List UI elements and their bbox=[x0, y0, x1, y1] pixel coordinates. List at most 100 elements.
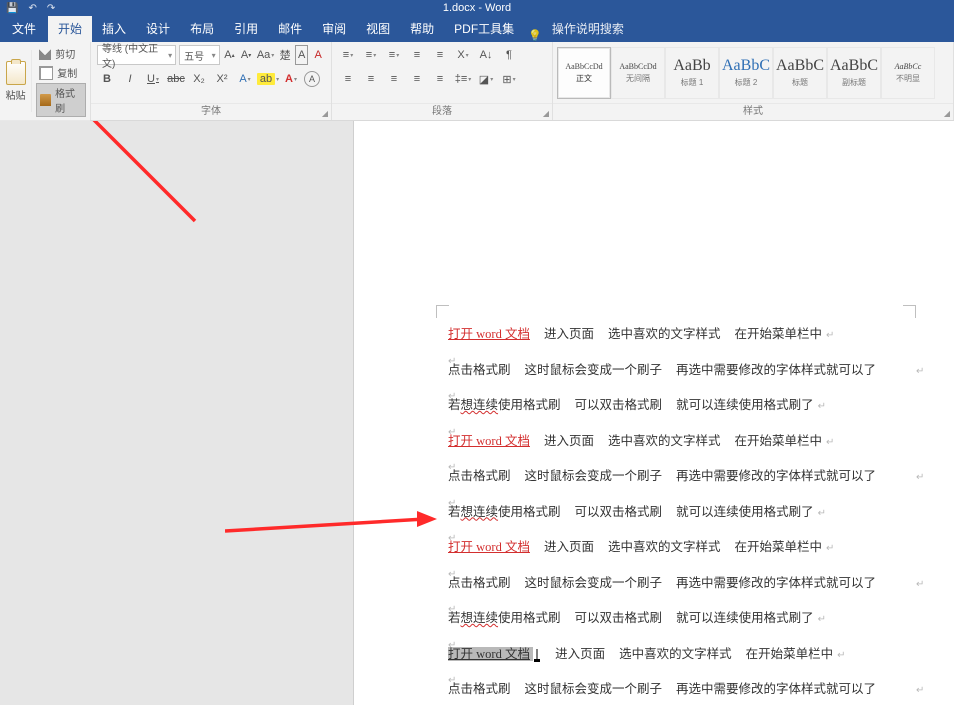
group-paragraph-label: 段落 bbox=[432, 106, 452, 117]
text-line[interactable]: 打开 word 文档进入页面选中喜欢的文字样式在开始菜单栏中↵ bbox=[448, 326, 903, 344]
text-line[interactable]: 打开 word 文档 进入页面选中喜欢的文字样式在开始菜单栏中↵ bbox=[448, 646, 903, 664]
font-launcher-icon[interactable]: ◢ bbox=[322, 106, 328, 122]
show-marks-button[interactable]: ¶ bbox=[499, 45, 519, 65]
styles-launcher-icon[interactable]: ◢ bbox=[944, 106, 950, 122]
text-line[interactable]: ↵ bbox=[448, 423, 903, 433]
return-icon: ↵ bbox=[916, 472, 924, 483]
numbering-button[interactable]: ≡ bbox=[361, 45, 381, 65]
tab-design[interactable]: 设计 bbox=[136, 15, 180, 42]
align-left-button[interactable]: ≡ bbox=[338, 69, 358, 89]
phonetic-guide-button[interactable]: 楚 bbox=[278, 45, 292, 65]
text-line[interactable]: ↵ bbox=[448, 565, 903, 575]
bold-button[interactable]: B bbox=[97, 69, 117, 89]
tab-mailings[interactable]: 邮件 bbox=[268, 15, 312, 42]
style-subtitle[interactable]: AaBbC副标题 bbox=[827, 47, 881, 99]
superscript-button[interactable]: X² bbox=[212, 69, 232, 89]
crop-mark-icon bbox=[436, 305, 449, 318]
style-subtle[interactable]: AaBbCc不明显 bbox=[881, 47, 935, 99]
document-body[interactable]: 打开 word 文档进入页面选中喜欢的文字样式在开始菜单栏中↵ ↵ 点击格式刷这… bbox=[448, 326, 903, 705]
font-color-button[interactable]: A bbox=[281, 69, 301, 89]
align-justify-button[interactable]: ≡ bbox=[407, 69, 427, 89]
char-border-button[interactable]: A bbox=[295, 45, 309, 65]
cut-button[interactable]: 剪切 bbox=[36, 45, 86, 62]
tab-view[interactable]: 视图 bbox=[356, 15, 400, 42]
text-line[interactable]: 若想连续使用格式刷可以双击格式刷就可以连续使用格式刷了↵ bbox=[448, 610, 903, 628]
subscript-button[interactable]: X₂ bbox=[189, 69, 209, 89]
undo-icon[interactable]: ↶ bbox=[28, 3, 36, 14]
text-line[interactable]: 点击格式刷这时鼠标会变成一个刷子再选中需要修改的字体样式就可以了↵ bbox=[448, 575, 903, 593]
shrink-font-button[interactable]: A▾ bbox=[239, 45, 253, 65]
align-distribute-button[interactable]: ≡ bbox=[430, 69, 450, 89]
tab-file[interactable]: 文件 bbox=[0, 15, 48, 42]
paragraph-launcher-icon[interactable]: ◢ bbox=[543, 106, 549, 122]
asian-layout-button[interactable]: X bbox=[453, 45, 473, 65]
text-line[interactable]: ↵ bbox=[448, 636, 903, 646]
tellme-search[interactable]: 操作说明搜索 bbox=[542, 15, 634, 42]
bullets-button[interactable]: ≡ bbox=[338, 45, 358, 65]
ribbon: 粘贴 剪切 复制 格式刷 剪贴板◢ 等线 (中文正文) 五号 A▴ A▾ Aa … bbox=[0, 42, 954, 121]
text-line[interactable]: ↵ bbox=[448, 494, 903, 504]
style-heading2[interactable]: AaBbC标题 2 bbox=[719, 47, 773, 99]
style-title[interactable]: AaBbC标题 bbox=[773, 47, 827, 99]
tab-insert[interactable]: 插入 bbox=[92, 15, 136, 42]
group-font-label: 字体 bbox=[201, 106, 221, 117]
text-cursor-icon bbox=[533, 649, 541, 663]
text-line[interactable]: ↵ bbox=[448, 352, 903, 362]
decrease-indent-button[interactable]: ≡ bbox=[407, 45, 427, 65]
text-line[interactable]: 点击格式刷这时鼠标会变成一个刷子再选中需要修改的字体样式就可以了↵ bbox=[448, 468, 903, 486]
enclosed-char-button[interactable]: A bbox=[304, 71, 320, 87]
tellme-icon: 💡 bbox=[528, 29, 542, 42]
text-line[interactable]: ↵ bbox=[448, 529, 903, 539]
paste-label: 粘贴 bbox=[6, 87, 26, 102]
highlight-button[interactable]: ab bbox=[258, 69, 278, 89]
return-icon: ↵ bbox=[826, 330, 834, 341]
crop-mark-icon bbox=[903, 305, 916, 318]
tab-pdf-tools[interactable]: PDF工具集 bbox=[444, 15, 524, 42]
paste-button[interactable]: 粘贴 bbox=[0, 50, 32, 112]
copy-icon bbox=[39, 66, 53, 80]
text-line[interactable]: 点击格式刷这时鼠标会变成一个刷子再选中需要修改的字体样式就可以了↵ bbox=[448, 362, 903, 380]
line-spacing-button[interactable]: ‡≡ bbox=[453, 69, 473, 89]
tab-layout[interactable]: 布局 bbox=[180, 15, 224, 42]
tab-references[interactable]: 引用 bbox=[224, 15, 268, 42]
multilevel-button[interactable]: ≡ bbox=[384, 45, 404, 65]
font-size-combo[interactable]: 五号 bbox=[179, 45, 220, 65]
underline-button[interactable]: U bbox=[143, 69, 163, 89]
text-line[interactable]: ↵ bbox=[448, 600, 903, 610]
window-title: 1.docx - Word bbox=[443, 2, 511, 14]
borders-button[interactable]: ⊞ bbox=[499, 69, 519, 89]
tab-review[interactable]: 审阅 bbox=[312, 15, 356, 42]
text-line[interactable]: 打开 word 文档进入页面选中喜欢的文字样式在开始菜单栏中↵ bbox=[448, 433, 903, 451]
align-center-button[interactable]: ≡ bbox=[361, 69, 381, 89]
redo-icon[interactable]: ↷ bbox=[47, 3, 55, 14]
clipboard-icon bbox=[6, 61, 26, 85]
text-line[interactable]: ↵ bbox=[448, 458, 903, 468]
text-line[interactable]: ↵ bbox=[448, 387, 903, 397]
text-line[interactable]: ↵ bbox=[448, 671, 903, 681]
change-case-button[interactable]: Aa bbox=[256, 45, 275, 65]
save-icon[interactable]: 💾 bbox=[6, 3, 18, 14]
tab-home[interactable]: 开始 bbox=[48, 15, 92, 42]
clear-format-button[interactable]: A bbox=[311, 45, 325, 65]
return-icon: ↵ bbox=[837, 650, 845, 661]
italic-button[interactable]: I bbox=[120, 69, 140, 89]
strikethrough-button[interactable]: abc bbox=[166, 69, 186, 89]
tab-help[interactable]: 帮助 bbox=[400, 15, 444, 42]
text-line[interactable]: 若想连续使用格式刷可以双击格式刷就可以连续使用格式刷了↵ bbox=[448, 397, 903, 415]
text-line[interactable]: 点击格式刷这时鼠标会变成一个刷子再选中需要修改的字体样式就可以了↵ bbox=[448, 681, 903, 699]
style-heading1[interactable]: AaBb标题 1 bbox=[665, 47, 719, 99]
style-normal[interactable]: AaBbCcDd正文 bbox=[557, 47, 611, 99]
return-icon: ↵ bbox=[916, 366, 924, 377]
text-line[interactable]: 若想连续使用格式刷可以双击格式刷就可以连续使用格式刷了↵ bbox=[448, 504, 903, 522]
grow-font-button[interactable]: A▴ bbox=[223, 45, 237, 65]
align-right-button[interactable]: ≡ bbox=[384, 69, 404, 89]
style-no-spacing[interactable]: AaBbCcDd无间隔 bbox=[611, 47, 665, 99]
format-painter-button[interactable]: 格式刷 bbox=[36, 83, 86, 117]
text-effects-button[interactable]: A bbox=[235, 69, 255, 89]
shading-button[interactable]: ◪ bbox=[476, 69, 496, 89]
increase-indent-button[interactable]: ≡ bbox=[430, 45, 450, 65]
font-name-combo[interactable]: 等线 (中文正文) bbox=[97, 45, 176, 65]
sort-button[interactable]: A↓ bbox=[476, 45, 496, 65]
text-line[interactable]: 打开 word 文档进入页面选中喜欢的文字样式在开始菜单栏中↵ bbox=[448, 539, 903, 557]
copy-button[interactable]: 复制 bbox=[36, 64, 86, 81]
